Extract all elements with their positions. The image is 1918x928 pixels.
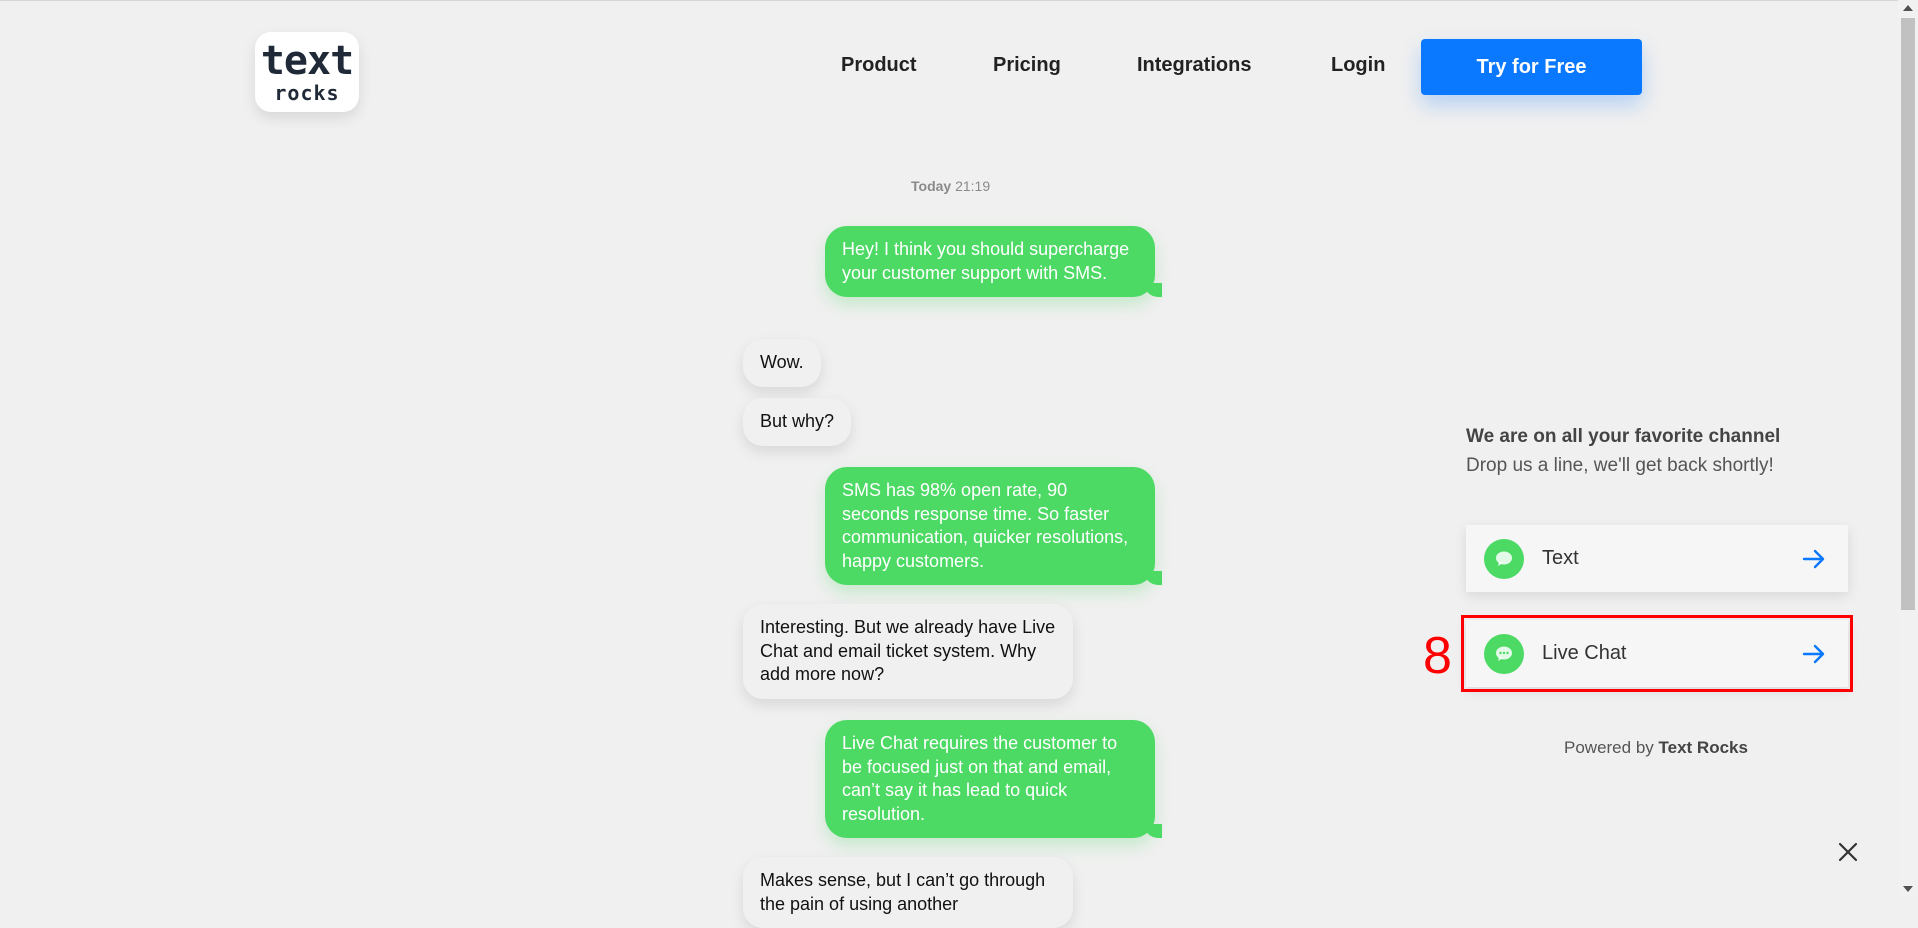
arrow-right-icon: [1802, 644, 1826, 664]
scrollbar-thumb[interactable]: [1901, 18, 1915, 610]
logo-line-2: rocks: [274, 81, 340, 105]
logo-line-1: text: [260, 38, 354, 84]
scroll-up-arrow-icon[interactable]: [1903, 5, 1913, 11]
nav-integrations-link[interactable]: Integrations: [1137, 54, 1251, 77]
chat-bubble-icon: [1484, 538, 1524, 579]
arrow-right-icon: [1802, 549, 1826, 569]
incoming-message: But why?: [743, 398, 852, 446]
outgoing-message: SMS has 98% open rate, 90 seconds respon…: [825, 467, 1162, 585]
chat-dots-icon: [1484, 633, 1524, 674]
close-icon[interactable]: [1838, 842, 1858, 862]
nav-login-link[interactable]: Login: [1331, 54, 1385, 77]
annotation-marker: 8: [1423, 627, 1452, 685]
incoming-message: Interesting. But we already have Live Ch…: [743, 604, 1073, 699]
text-channel-label: Text: [1542, 547, 1579, 569]
window-top-border: [0, 0, 1898, 1]
widget-title: We are on all your favorite channel: [1466, 426, 1781, 447]
outgoing-message: Live Chat requires the customer to be fo…: [825, 720, 1162, 838]
nav-pricing-link[interactable]: Pricing: [993, 54, 1061, 77]
widget-subtitle: Drop us a line, we'll get back shortly!: [1466, 455, 1774, 476]
text-rocks-logo[interactable]: text rocks: [255, 32, 359, 112]
timestamp-day: Today: [911, 178, 952, 194]
vertical-scrollbar[interactable]: [1898, 0, 1918, 897]
powered-by-prefix: Powered by: [1564, 738, 1654, 757]
incoming-message: Wow.: [743, 339, 821, 387]
chat-timestamp: Today 21:19: [911, 178, 990, 194]
scroll-down-arrow-icon[interactable]: [1903, 886, 1913, 892]
powered-by: Powered by Text Rocks: [1564, 738, 1748, 758]
nav-product-link[interactable]: Product: [841, 54, 917, 77]
live-chat-channel-label: Live Chat: [1542, 642, 1627, 664]
timestamp-time: 21:19: [955, 178, 991, 194]
live-chat-channel-button[interactable]: Live Chat: [1461, 615, 1853, 692]
text-channel-button[interactable]: Text: [1466, 525, 1848, 592]
outgoing-message: Hey! I think you should supercharge your…: [825, 226, 1162, 297]
incoming-message: Makes sense, but I can’t go through the …: [743, 857, 1073, 928]
powered-by-brand-link[interactable]: Text Rocks: [1659, 738, 1748, 757]
try-for-free-button[interactable]: Try for Free: [1421, 39, 1642, 95]
